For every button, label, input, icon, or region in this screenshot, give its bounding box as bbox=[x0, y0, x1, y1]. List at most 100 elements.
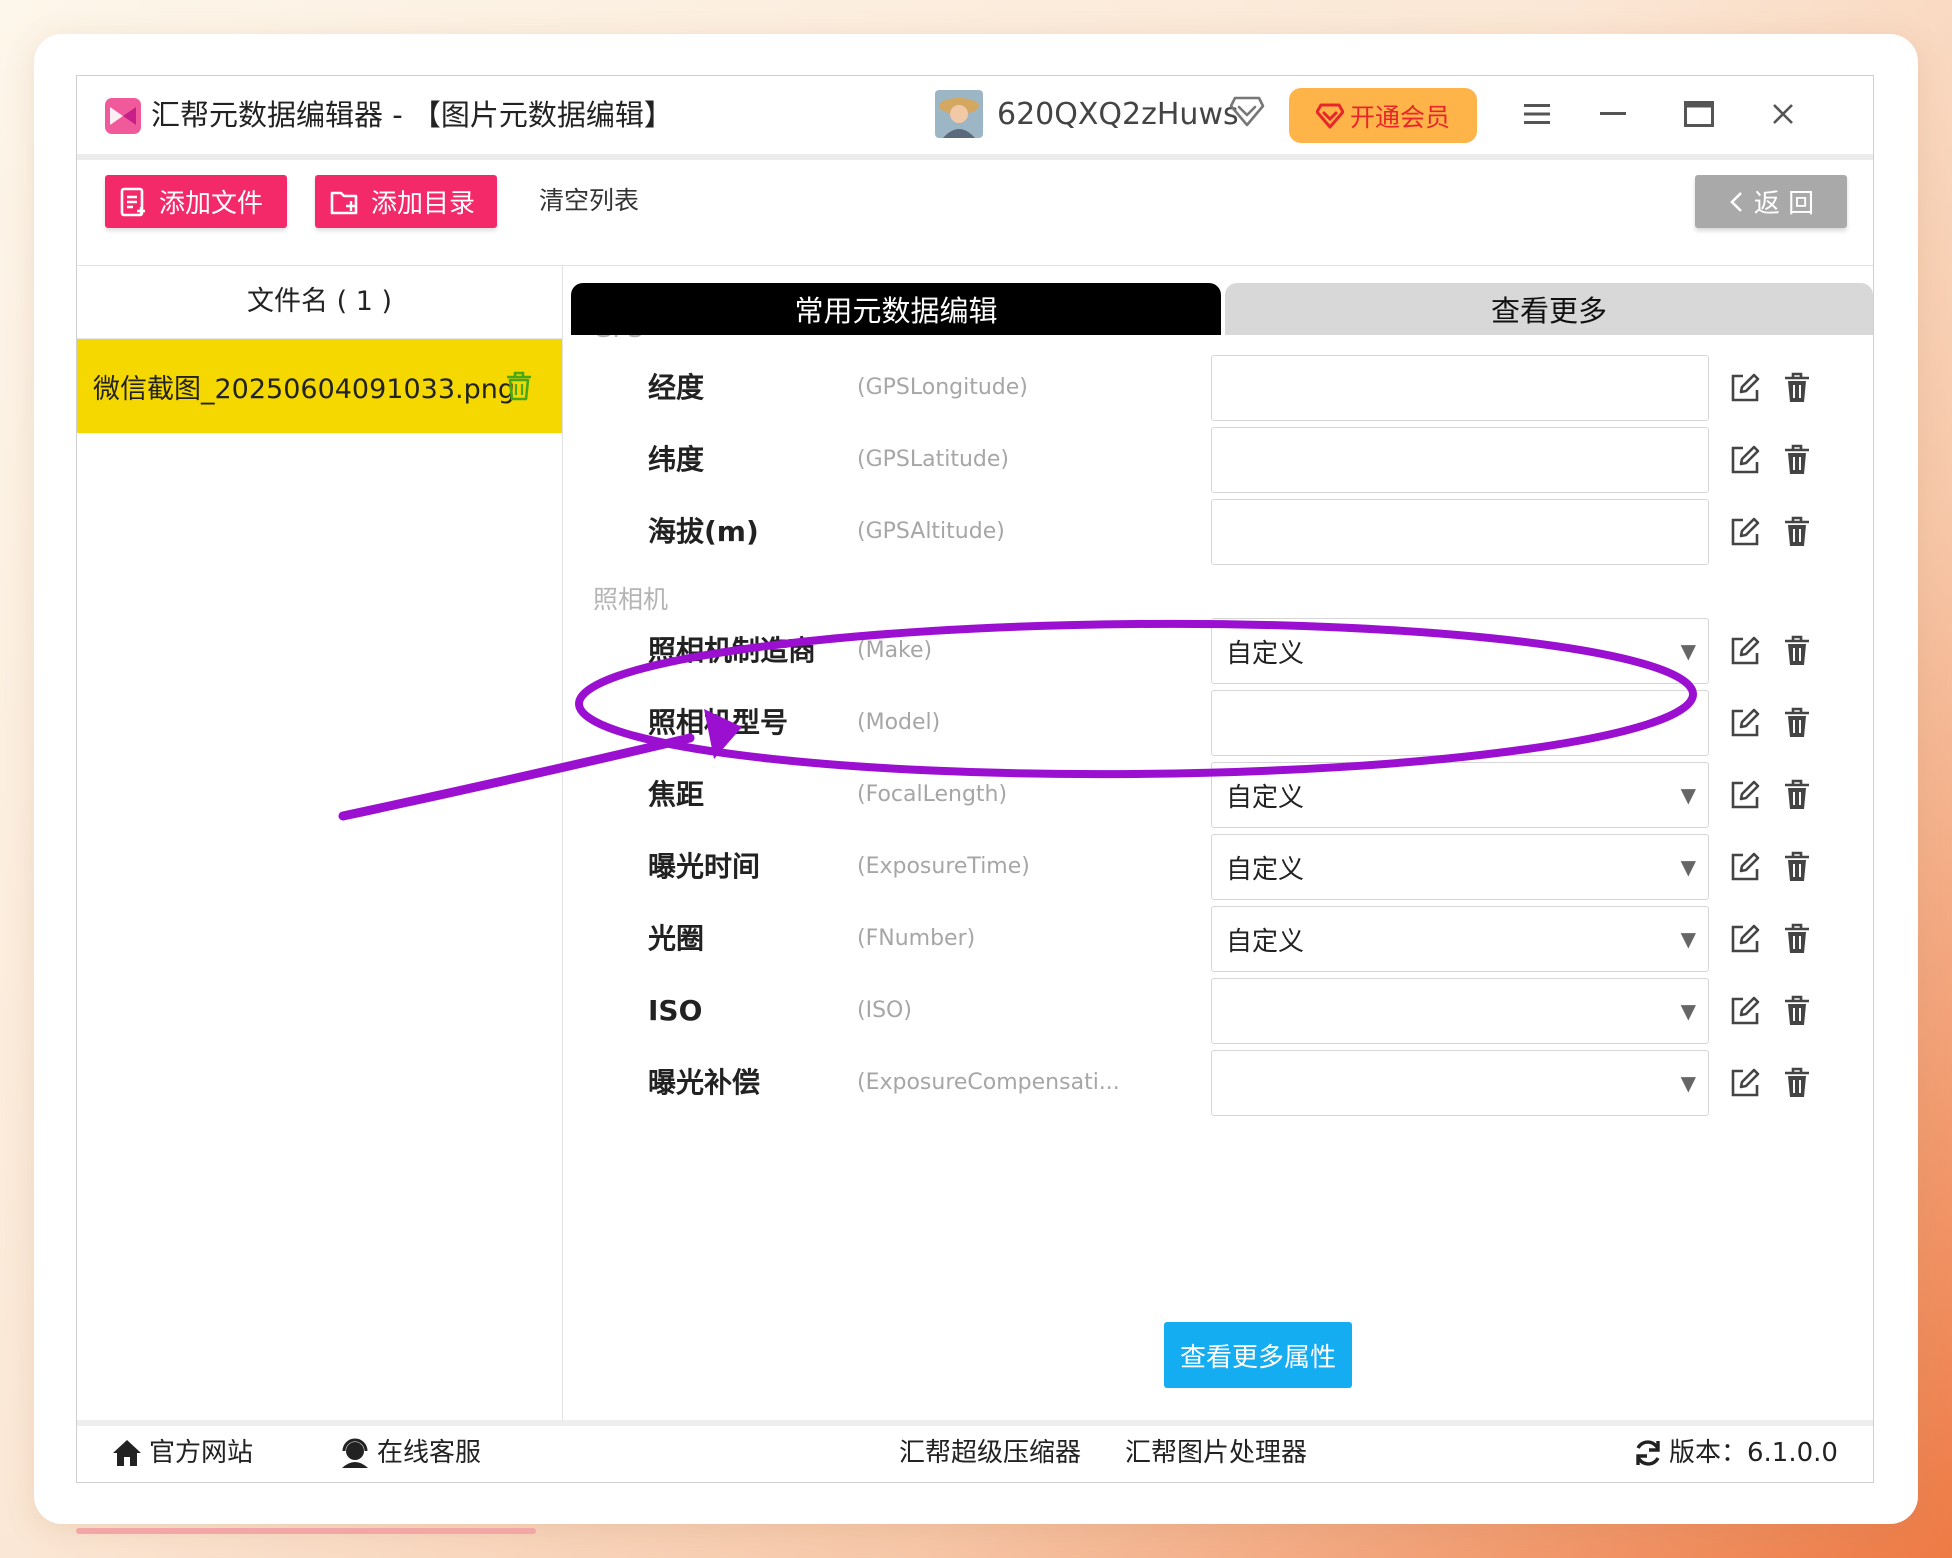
dropdown-arrow-icon: ▼ bbox=[1680, 855, 1696, 879]
horizontal-scroll-indicator bbox=[76, 1528, 536, 1534]
edit-icon[interactable] bbox=[1729, 1067, 1761, 1099]
headset-support-icon bbox=[342, 1438, 368, 1468]
trash-icon[interactable] bbox=[1783, 995, 1811, 1027]
field-key: (Model) bbox=[857, 710, 941, 735]
delete-file-icon[interactable] bbox=[505, 371, 533, 401]
add-file-label: 添加文件 bbox=[159, 189, 264, 219]
maximize-icon bbox=[1684, 101, 1714, 127]
refresh-icon bbox=[1636, 1440, 1660, 1466]
field-label: 焦距 bbox=[648, 778, 705, 811]
field-label: 光圈 bbox=[648, 922, 705, 955]
minimize-icon bbox=[1600, 112, 1626, 115]
back-button[interactable]: 返 回 bbox=[1695, 175, 1847, 228]
trash-icon[interactable] bbox=[1783, 707, 1811, 739]
fnumber-select[interactable]: 自定义 ▼ bbox=[1211, 906, 1709, 972]
edit-icon[interactable] bbox=[1729, 516, 1761, 548]
back-label: 返 回 bbox=[1753, 189, 1815, 219]
file-list-item[interactable]: 微信截图_20250604091033.png bbox=[77, 339, 562, 433]
edit-icon[interactable] bbox=[1729, 444, 1761, 476]
latitude-input[interactable] bbox=[1211, 427, 1709, 493]
user-avatar[interactable] bbox=[935, 90, 983, 138]
trash-icon[interactable] bbox=[1783, 923, 1811, 955]
official-website-link[interactable]: 官方网站 bbox=[111, 1432, 253, 1474]
metadata-panel: GPS 常用元数据编辑 查看更多 经度 (GPSLongitude) 纬度 (G… bbox=[563, 266, 1873, 1420]
field-row-make: 照相机制造商 (Make) 自定义 ▼ bbox=[563, 618, 1873, 688]
dropdown-arrow-icon: ▼ bbox=[1680, 783, 1696, 807]
field-row-longitude: 经度 (GPSLongitude) bbox=[563, 355, 1873, 425]
file-list-header: 文件名 ( 1 ) bbox=[77, 266, 562, 339]
edit-icon[interactable] bbox=[1729, 851, 1761, 883]
iso-select[interactable]: ▼ bbox=[1211, 978, 1709, 1044]
model-input[interactable] bbox=[1211, 690, 1709, 756]
edit-icon[interactable] bbox=[1729, 635, 1761, 667]
tab-view-more[interactable]: 查看更多 bbox=[1225, 283, 1873, 335]
field-label: 照相机制造商 bbox=[648, 634, 817, 667]
app-logo-icon bbox=[105, 98, 141, 134]
online-support-link[interactable]: 在线客服 bbox=[339, 1432, 481, 1474]
trash-icon[interactable] bbox=[1783, 635, 1811, 667]
field-key: (GPSLongitude) bbox=[857, 375, 1028, 400]
trash-icon[interactable] bbox=[1783, 516, 1811, 548]
make-select[interactable]: 自定义 ▼ bbox=[1211, 618, 1709, 684]
menu-button[interactable] bbox=[1517, 94, 1557, 134]
trash-icon[interactable] bbox=[1783, 851, 1811, 883]
add-folder-icon bbox=[330, 191, 358, 214]
exposure-compensation-select[interactable]: ▼ bbox=[1211, 1050, 1709, 1116]
field-row-altitude: 海拔(m) (GPSAltitude) bbox=[563, 499, 1873, 569]
maximize-button[interactable] bbox=[1679, 94, 1719, 134]
add-file-icon bbox=[120, 187, 145, 216]
select-value: 自定义 bbox=[1226, 926, 1305, 957]
trash-icon[interactable] bbox=[1783, 779, 1811, 811]
file-list-panel: 文件名 ( 1 ) 微信截图_20250604091033.png bbox=[77, 266, 563, 1420]
trash-icon[interactable] bbox=[1783, 444, 1811, 476]
edit-icon[interactable] bbox=[1729, 923, 1761, 955]
field-label: 纬度 bbox=[648, 443, 705, 476]
trash-icon[interactable] bbox=[1783, 1067, 1811, 1099]
version-info[interactable]: 版本：6.1.0.0 bbox=[1633, 1432, 1838, 1474]
focal-length-select[interactable]: 自定义 ▼ bbox=[1211, 762, 1709, 828]
field-label: 海拔(m) bbox=[648, 515, 759, 548]
field-key: (GPSAltitude) bbox=[857, 519, 1005, 544]
select-value: 自定义 bbox=[1226, 854, 1305, 885]
longitude-input[interactable] bbox=[1211, 355, 1709, 421]
field-row-fnumber: 光圈 (FNumber) 自定义 ▼ bbox=[563, 906, 1873, 976]
edit-icon[interactable] bbox=[1729, 372, 1761, 404]
field-row-focal-length: 焦距 (FocalLength) 自定义 ▼ bbox=[563, 762, 1873, 832]
minimize-button[interactable] bbox=[1593, 94, 1633, 134]
edit-icon[interactable] bbox=[1729, 707, 1761, 739]
official-website-label: 官方网站 bbox=[149, 1438, 254, 1468]
field-row-latitude: 纬度 (GPSLatitude) bbox=[563, 427, 1873, 497]
title-bar: 汇帮元数据编辑器 - 【图片元数据编辑】 620QXQ2zHuws 开通会员 bbox=[77, 76, 1873, 154]
field-row-iso: ISO (ISO) ▼ bbox=[563, 978, 1873, 1048]
edit-icon[interactable] bbox=[1729, 995, 1761, 1027]
username: 620QXQ2zHuws bbox=[997, 97, 1239, 132]
vip-diamond-icon bbox=[1315, 103, 1344, 128]
field-label: 曝光补偿 bbox=[648, 1066, 761, 1099]
field-key: (ISO) bbox=[857, 998, 912, 1023]
view-more-attributes-button[interactable]: 查看更多属性 bbox=[1164, 1322, 1352, 1388]
field-label: ISO bbox=[648, 994, 703, 1027]
compressor-link[interactable]: 汇帮超级压缩器 bbox=[899, 1432, 1081, 1474]
trash-icon[interactable] bbox=[1783, 372, 1811, 404]
close-icon bbox=[1773, 104, 1793, 124]
vip-label: 开通会员 bbox=[1349, 102, 1450, 132]
toolbar: 添加文件 添加目录 清空列表 返 回 bbox=[77, 160, 1873, 266]
field-label: 曝光时间 bbox=[648, 850, 761, 883]
dropdown-arrow-icon: ▼ bbox=[1680, 1071, 1696, 1095]
clear-list-button[interactable]: 清空列表 bbox=[539, 180, 639, 222]
tab-common-metadata[interactable]: 常用元数据编辑 bbox=[571, 283, 1221, 335]
altitude-input[interactable] bbox=[1211, 499, 1709, 565]
edit-icon[interactable] bbox=[1729, 779, 1761, 811]
add-file-button[interactable]: 添加文件 bbox=[105, 175, 287, 228]
select-value: 自定义 bbox=[1226, 638, 1305, 669]
add-directory-button[interactable]: 添加目录 bbox=[315, 175, 497, 228]
field-key: (GPSLatitude) bbox=[857, 447, 1009, 472]
field-key: (ExposureCompensati... bbox=[857, 1070, 1120, 1095]
exposure-time-select[interactable]: 自定义 ▼ bbox=[1211, 834, 1709, 900]
window-title: 汇帮元数据编辑器 - 【图片元数据编辑】 bbox=[151, 98, 673, 132]
vip-upgrade-button[interactable]: 开通会员 bbox=[1289, 88, 1477, 143]
close-button[interactable] bbox=[1763, 94, 1803, 134]
footer-bar: 官方网站 在线客服 汇帮超级压缩器 汇帮图片处理器 版本：6.1.0.0 bbox=[77, 1420, 1873, 1482]
field-key: (ExposureTime) bbox=[857, 854, 1030, 879]
image-processor-link[interactable]: 汇帮图片处理器 bbox=[1125, 1432, 1307, 1474]
